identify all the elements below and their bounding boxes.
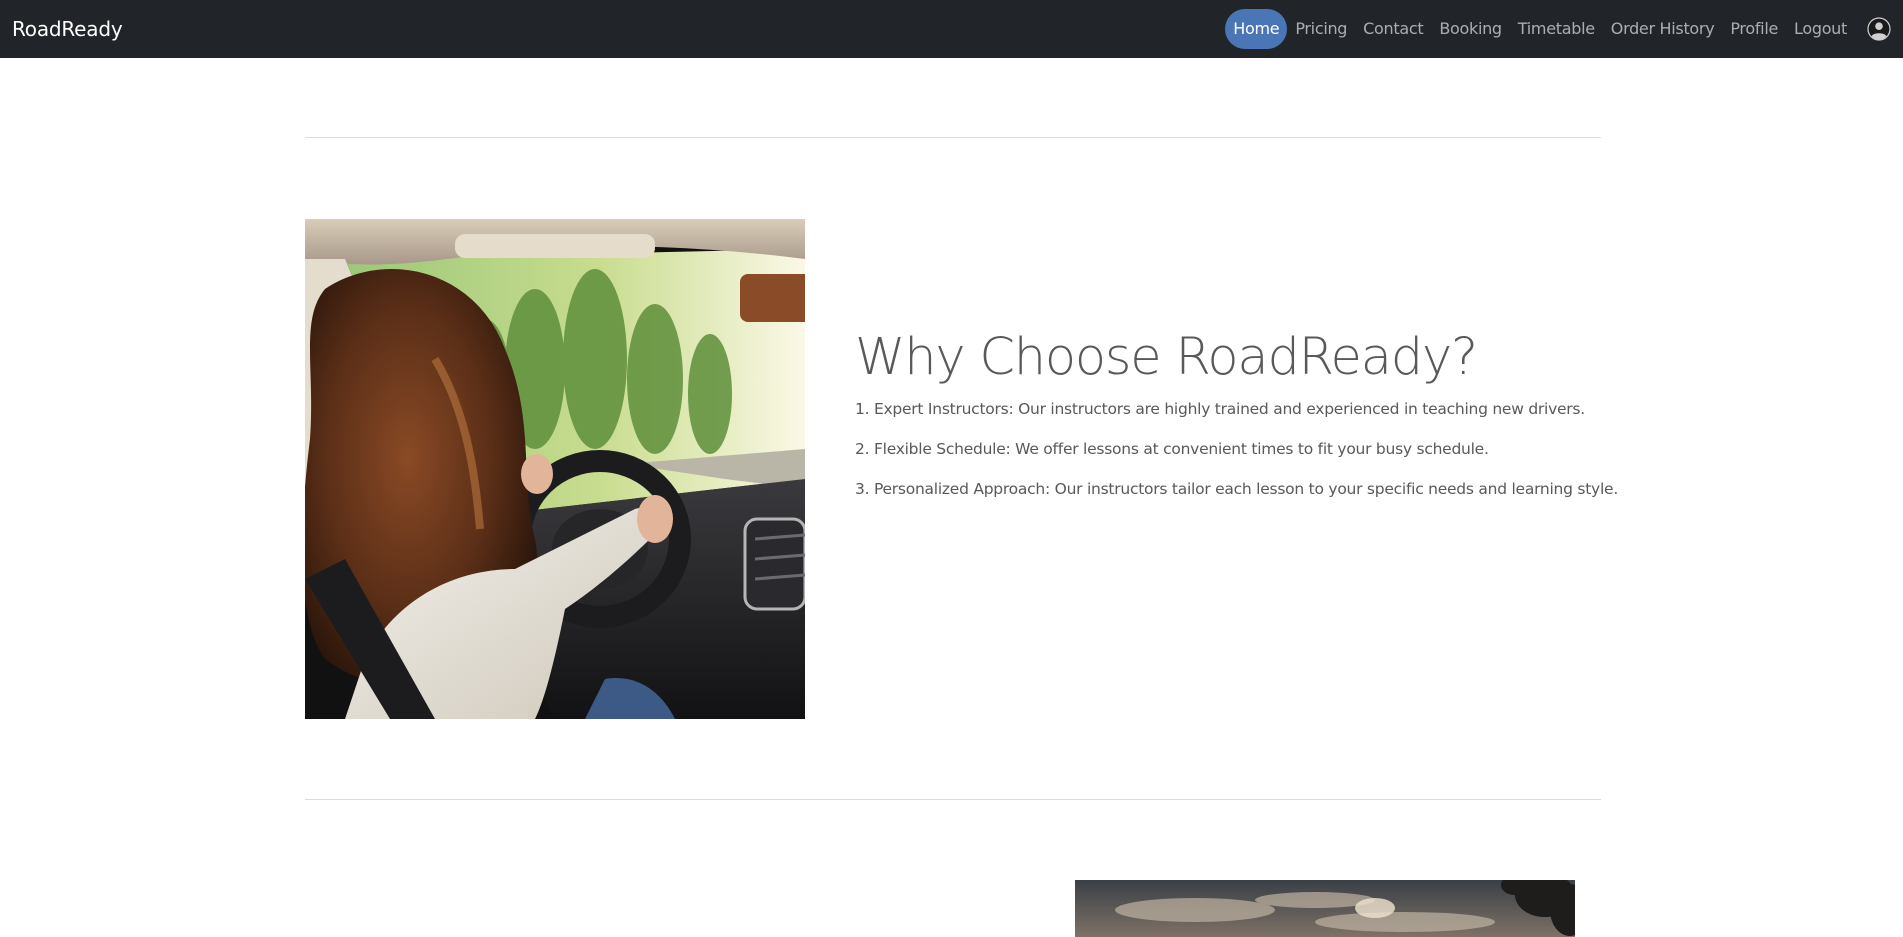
section-divider: [305, 799, 1601, 800]
nav-booking[interactable]: Booking: [1431, 9, 1509, 49]
nav-logout[interactable]: Logout: [1786, 9, 1855, 49]
nav-profile[interactable]: Profile: [1722, 9, 1786, 49]
nav-contact[interactable]: Contact: [1355, 9, 1431, 49]
nav-links: Home Pricing Contact Booking Timetable O…: [1225, 9, 1891, 49]
nav-pricing[interactable]: Pricing: [1287, 9, 1355, 49]
nav-timetable[interactable]: Timetable: [1510, 9, 1603, 49]
top-navbar: RoadReady Home Pricing Contact Booking T…: [0, 0, 1903, 58]
feature-list: 1. Expert Instructors: Our instructors a…: [855, 398, 1618, 518]
feature-item-schedule: 2. Flexible Schedule: We offer lessons a…: [855, 440, 1489, 458]
nav-home[interactable]: Home: [1225, 9, 1288, 49]
feature-item-instructors: 1. Expert Instructors: Our instructors a…: [855, 400, 1585, 418]
why-choose-heading: Why Choose RoadReady?: [855, 328, 1478, 387]
user-avatar-icon[interactable]: [1867, 17, 1891, 41]
section-divider: [305, 137, 1601, 138]
feature-item-personalized: 3. Personalized Approach: Our instructor…: [855, 480, 1618, 498]
nav-order-history[interactable]: Order History: [1603, 9, 1723, 49]
sunset-sky-photo: [1075, 880, 1575, 937]
brand-logo[interactable]: RoadReady: [12, 17, 123, 41]
woman-driving-car-photo: [305, 219, 805, 719]
